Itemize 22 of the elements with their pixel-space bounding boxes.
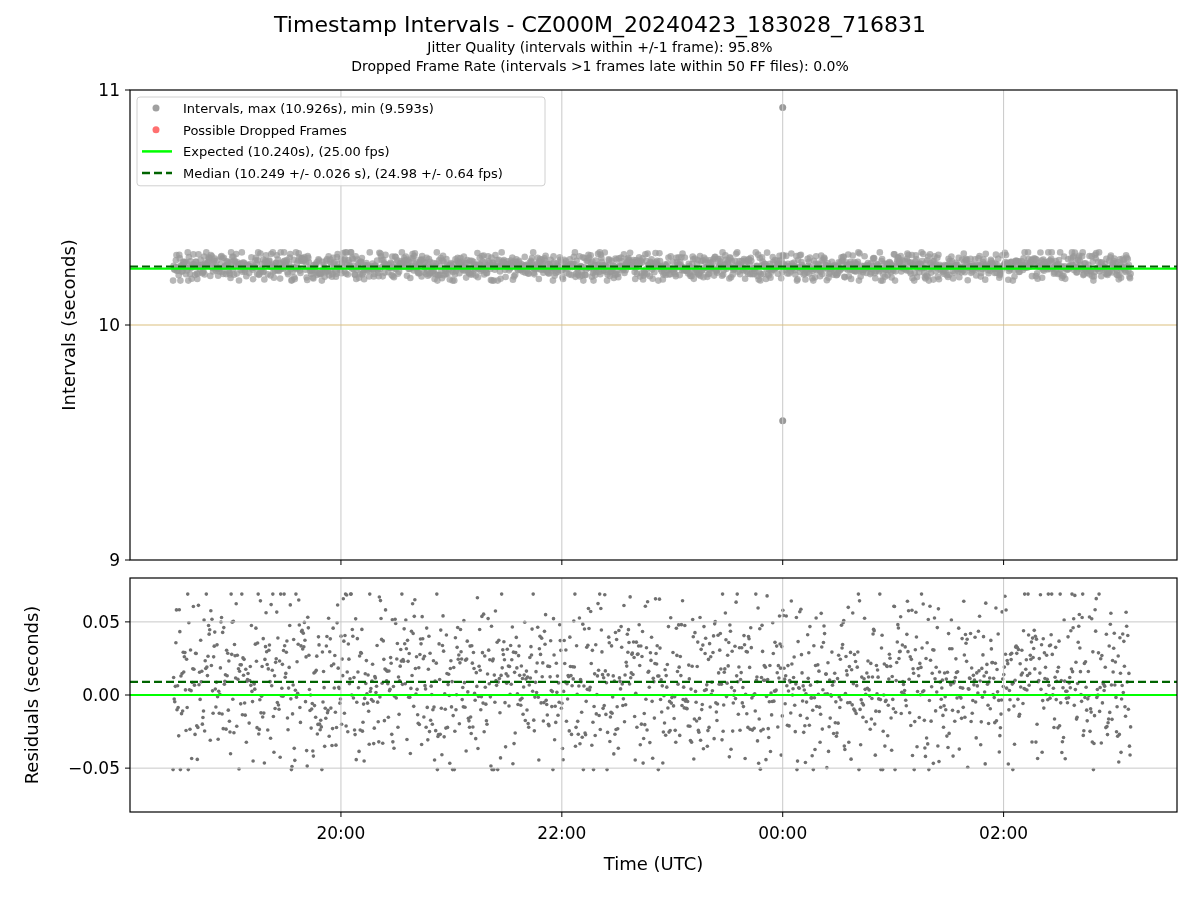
legend-label: Intervals, max (10.926s), min (9.593s): [183, 101, 434, 116]
chart-subtitle: Jitter Quality (intervals within +/-1 frame): 95.8%: [427, 38, 773, 57]
tick-label: 00:00: [758, 823, 808, 843]
tick-label: −0.05: [67, 758, 120, 779]
chart-title: Timestamp Intervals - CZ000M_20240423_183028_716831: [274, 12, 926, 38]
tick-label: 9: [109, 550, 120, 568]
tick-label: 20:00: [316, 823, 366, 843]
line-icon: [142, 171, 172, 175]
axis-label: Intervals (seconds): [58, 239, 79, 411]
axis-label: Time (UTC): [603, 853, 704, 874]
axis-label: Residuals (seconds): [21, 605, 42, 785]
tick-label: 22:00: [537, 823, 587, 843]
tick-label: 11: [98, 80, 120, 100]
legend-label: Possible Dropped Frames: [183, 122, 347, 138]
legend-label: Median (10.249 +/- 0.026 s), (24.98 +/- 0.64 fps): [183, 166, 503, 182]
chart-subtitle: Dropped Frame Rate (intervals >1 frames late within 50 FF files): 0.0%: [351, 57, 849, 76]
tick-label: 02:00: [979, 823, 1029, 843]
legend-label: Expected (10.240s), (25.00 fps): [183, 144, 390, 160]
tick-label: 10: [98, 315, 120, 335]
tick-label: 0.00: [82, 685, 120, 705]
line-icon: [142, 150, 172, 153]
tick-label: 0.05: [82, 611, 120, 632]
